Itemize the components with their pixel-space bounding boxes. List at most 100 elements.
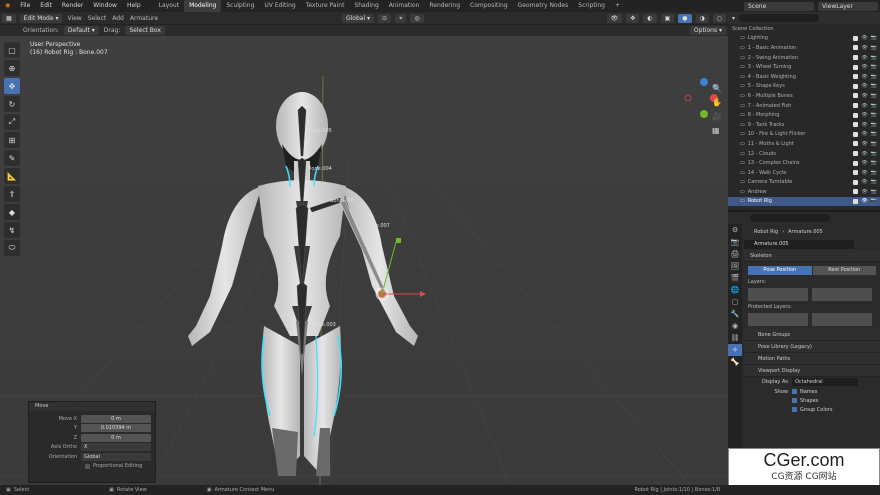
select-tool-icon[interactable]: ▢	[4, 42, 20, 58]
bone-groups-panel[interactable]: Bone Groups	[744, 329, 880, 341]
camera-render-icon[interactable]: 📷	[871, 64, 877, 70]
eye-icon[interactable]: 👁	[861, 103, 867, 109]
motion-paths-panel[interactable]: Motion Paths	[744, 353, 880, 365]
eye-icon[interactable]: 👁	[861, 160, 867, 166]
viewport-display-panel[interactable]: Viewport Display	[744, 365, 880, 377]
outliner-item[interactable]: ▭ 12 - Clouds 👁 📷	[728, 149, 880, 159]
camera-render-icon[interactable]: 📷	[871, 74, 877, 80]
layers-grid[interactable]	[744, 285, 880, 304]
modifier-props-tab-icon[interactable]: 🔧	[728, 308, 742, 320]
transform-tool-icon[interactable]: ⊞	[4, 132, 20, 148]
show-shapes-checkbox[interactable]	[792, 398, 797, 403]
exclude-checkbox[interactable]	[853, 122, 859, 128]
orientation-select-panel[interactable]: Global	[81, 452, 151, 461]
outliner-item[interactable]: ▭ 9 - Tank Tracks 👁 📷	[728, 120, 880, 130]
menu-window[interactable]: Window	[88, 0, 122, 12]
camera-render-icon[interactable]: 📷	[871, 170, 877, 176]
exclude-checkbox[interactable]	[853, 35, 859, 41]
move-x-field[interactable]: 0 m	[81, 414, 151, 423]
menu-add[interactable]: Add	[109, 15, 127, 22]
tab-geometry-nodes[interactable]: Geometry Nodes	[513, 0, 574, 12]
outliner-item[interactable]: ▭ Camera Turntable 👁 📷	[728, 178, 880, 188]
eye-icon[interactable]: 👁	[861, 198, 867, 204]
outliner-item[interactable]: ▭ 7 - Animated Fish 👁 📷	[728, 101, 880, 111]
options-dropdown[interactable]: Options ▾	[689, 26, 726, 35]
outliner-item[interactable]: ▭ 8 - Morphing 👁 📷	[728, 110, 880, 120]
extrude-tool-icon[interactable]: ⇑	[4, 186, 20, 202]
eye-icon[interactable]: 👁	[861, 179, 867, 185]
tab-layout[interactable]: Layout	[154, 0, 184, 12]
transform-orientation-selector[interactable]: Global ▾	[341, 13, 375, 23]
visibility-icon[interactable]: 👁	[606, 13, 623, 23]
ortho-toggle-icon[interactable]: ▦	[712, 126, 720, 135]
outliner-item[interactable]: ▭ Robot Rig 👁 📷	[728, 196, 880, 207]
outliner-item[interactable]: ▭ 11 - Moths & Light 👁 📷	[728, 139, 880, 149]
constraint-props-tab-icon[interactable]: ⛓	[728, 332, 742, 344]
outliner-item[interactable]: ▭ 1 - Basic Animation 👁 📷	[728, 43, 880, 53]
eye-icon[interactable]: 👁	[861, 112, 867, 118]
camera-render-icon[interactable]: 📷	[871, 55, 877, 61]
eye-icon[interactable]: 👁	[861, 189, 867, 195]
xray-icon[interactable]: ▣	[660, 13, 675, 23]
tab-compositing[interactable]: Compositing	[465, 0, 513, 12]
tab-modeling[interactable]: Modeling	[184, 0, 222, 12]
camera-render-icon[interactable]: 📷	[871, 112, 877, 118]
exclude-checkbox[interactable]	[853, 198, 859, 204]
camera-render-icon[interactable]: 📷	[871, 179, 877, 185]
eye-icon[interactable]: 👁	[861, 151, 867, 157]
roll-tool-icon[interactable]: ↯	[4, 222, 20, 238]
snap-icon[interactable]: ⌖	[395, 13, 407, 23]
object-props-tab-icon[interactable]: ▢	[728, 296, 742, 308]
exclude-checkbox[interactable]	[853, 170, 859, 176]
tab-shading[interactable]: Shading	[349, 0, 383, 12]
editor-type-icon[interactable]: ▦	[2, 13, 16, 23]
eye-icon[interactable]: 👁	[861, 35, 867, 41]
menu-file[interactable]: File	[15, 0, 35, 12]
rotate-tool-icon[interactable]: ↻	[4, 96, 20, 112]
camera-render-icon[interactable]: 📷	[871, 160, 877, 166]
eye-icon[interactable]: 👁	[861, 170, 867, 176]
exclude-checkbox[interactable]	[853, 83, 859, 89]
show-group-colors-checkbox[interactable]	[792, 407, 797, 412]
eye-icon[interactable]: 👁	[861, 83, 867, 89]
exclude-checkbox[interactable]	[853, 64, 859, 70]
eye-icon[interactable]: 👁	[861, 74, 867, 80]
eye-icon[interactable]: 👁	[861, 64, 867, 70]
exclude-checkbox[interactable]	[853, 112, 859, 118]
eye-icon[interactable]: 👁	[861, 141, 867, 147]
pivot-icon[interactable]: ⊙	[378, 13, 392, 23]
scene-selector[interactable]: Scene	[744, 1, 814, 11]
outliner-item[interactable]: ▭ 10 - Fire & Light Flicker 👁 📷	[728, 130, 880, 140]
armature-data-tab-icon[interactable]: ✧	[728, 344, 742, 356]
pan-icon[interactable]: ✋	[712, 98, 722, 107]
pose-library-panel[interactable]: Pose Library (Legacy)	[744, 341, 880, 353]
proportional-edit-icon[interactable]: ◎	[410, 13, 424, 23]
outliner-item[interactable]: ▭ Lighting 👁 📷	[728, 34, 880, 44]
eye-icon[interactable]: 👁	[861, 93, 867, 99]
physics-props-tab-icon[interactable]: ◉	[728, 320, 742, 332]
outliner-item[interactable]: ▭ 13 - Complex Chains 👁 📷	[728, 158, 880, 168]
blender-logo-icon[interactable]: ◉	[0, 0, 15, 12]
world-props-tab-icon[interactable]: 🌐	[728, 284, 742, 296]
outliner-item[interactable]: ▭ 14 - Walk Cycle 👁 📷	[728, 168, 880, 178]
show-names-checkbox[interactable]	[792, 389, 797, 394]
tab-uv-editing[interactable]: UV Editing	[259, 0, 300, 12]
menu-edit[interactable]: Edit	[35, 0, 57, 12]
output-props-tab-icon[interactable]: 🖨	[728, 248, 742, 260]
shading-material-icon[interactable]: ◑	[695, 13, 709, 23]
outliner-item[interactable]: ▭ Andrew 👁 📷	[728, 187, 880, 197]
scale-tool-icon[interactable]: ⤢	[4, 114, 20, 130]
exclude-checkbox[interactable]	[853, 189, 859, 195]
camera-render-icon[interactable]: 📷	[871, 122, 877, 128]
exclude-checkbox[interactable]	[853, 93, 859, 99]
camera-render-icon[interactable]: 📷	[871, 151, 877, 157]
data-block-name[interactable]: Armature.005	[744, 239, 854, 249]
outliner-item[interactable]: ▭ 2 - Swing Animation 👁 📷	[728, 53, 880, 63]
gizmo-icon[interactable]: ✥	[626, 13, 640, 23]
eye-icon[interactable]: 👁	[861, 45, 867, 51]
cursor-tool-icon[interactable]: ⊕	[4, 60, 20, 76]
bone-size-tool-icon[interactable]: ◆	[4, 204, 20, 220]
exclude-checkbox[interactable]	[853, 160, 859, 166]
move-z-field[interactable]: 0 m	[81, 433, 151, 442]
tab-texture-paint[interactable]: Texture Paint	[301, 0, 350, 12]
